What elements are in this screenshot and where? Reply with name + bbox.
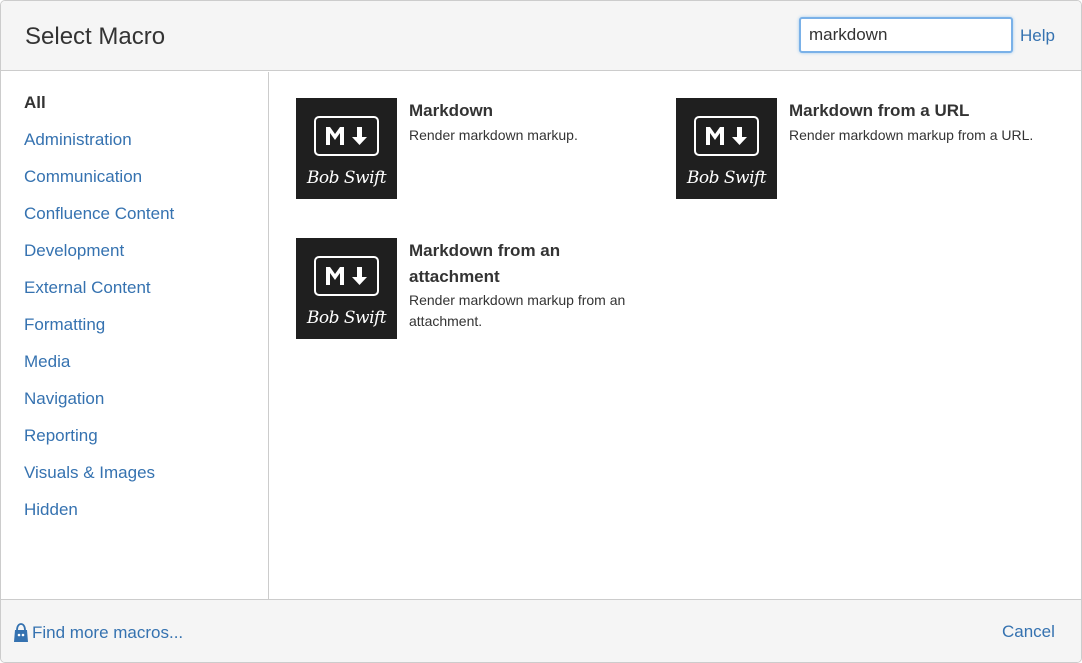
brand-label: Bob Swift <box>306 308 387 328</box>
macro-description: Render markdown markup from a URL. <box>789 127 1034 143</box>
macro-description: Render markdown markup from an attachmen… <box>409 292 626 329</box>
dialog-title: Select Macro <box>25 23 166 50</box>
macro-name: Markdown from a URL <box>789 101 970 120</box>
category-sidebar: All Administration Communication Conflue… <box>1 72 269 599</box>
category-communication[interactable]: Communication <box>1 166 268 203</box>
marketplace-bag-icon <box>14 623 28 642</box>
markdown-icon: Bob Swift <box>296 238 397 339</box>
markdown-logo <box>694 116 759 156</box>
macro-description: Render markdown markup. <box>409 127 578 143</box>
markdown-icon: Bob Swift <box>676 98 777 199</box>
category-external-content[interactable]: External Content <box>1 277 268 314</box>
macro-name: Markdown <box>409 101 494 120</box>
markdown-icon: Bob Swift <box>296 98 397 199</box>
find-more-label: Find more macros... <box>32 623 184 642</box>
dialog-footer: Find more macros... Cancel <box>1 599 1081 662</box>
macro-item-markdown[interactable]: Bob Swift Markdown Render markdown marku… <box>296 98 656 208</box>
help-link[interactable]: Help <box>1020 26 1055 46</box>
category-reporting[interactable]: Reporting <box>1 425 268 462</box>
markdown-logo <box>314 256 379 296</box>
category-all[interactable]: All <box>1 92 268 129</box>
select-macro-dialog: Select Macro Help All Administration Com… <box>0 0 1082 663</box>
category-visuals-images[interactable]: Visuals & Images <box>1 462 268 499</box>
markdown-logo <box>314 116 379 156</box>
category-formatting[interactable]: Formatting <box>1 314 268 351</box>
brand-label: Bob Swift <box>306 168 387 188</box>
category-administration[interactable]: Administration <box>1 129 268 166</box>
category-navigation[interactable]: Navigation <box>1 388 268 425</box>
dialog-header: Select Macro Help <box>1 1 1081 71</box>
category-hidden[interactable]: Hidden <box>1 499 268 536</box>
macro-name: Markdown from an attachment <box>409 241 561 286</box>
brand-label: Bob Swift <box>686 168 767 188</box>
category-confluence-content[interactable]: Confluence Content <box>1 203 268 240</box>
macro-results: Bob Swift Markdown Render markdown marku… <box>270 72 1081 599</box>
find-more-macros-link[interactable]: Find more macros... <box>13 622 183 644</box>
search-input[interactable] <box>799 17 1013 53</box>
category-development[interactable]: Development <box>1 240 268 277</box>
category-media[interactable]: Media <box>1 351 268 388</box>
cancel-button[interactable]: Cancel <box>1002 622 1055 642</box>
macro-item-markdown-from-attachment[interactable]: Bob Swift Markdown from an attachment Re… <box>296 238 656 368</box>
macro-item-markdown-from-url[interactable]: Bob Swift Markdown from a URL Render mar… <box>676 98 1036 208</box>
